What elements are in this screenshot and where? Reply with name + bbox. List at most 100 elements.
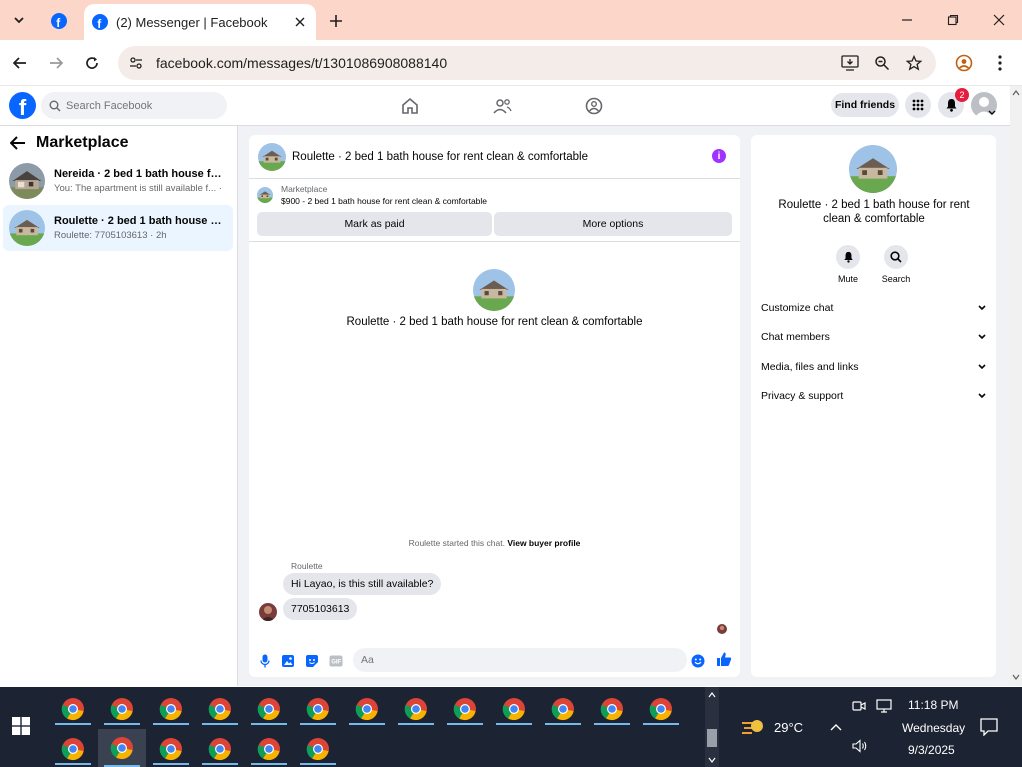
taskbar-chrome-window-active[interactable] <box>98 729 146 767</box>
taskbar-chrome-window[interactable] <box>396 693 436 725</box>
nav-friends[interactable] <box>490 94 514 118</box>
zoom-icon[interactable] <box>872 53 892 73</box>
view-buyer-profile-link[interactable]: View buyer profile <box>507 538 580 548</box>
nav-groups[interactable] <box>582 94 606 118</box>
taskbar-chrome-window[interactable] <box>494 693 534 725</box>
close-window-button[interactable] <box>976 0 1022 40</box>
back-button[interactable] <box>6 49 34 77</box>
info-icon[interactable]: i <box>712 149 726 163</box>
emoji-icon[interactable] <box>690 653 706 669</box>
taskbar-chrome-window[interactable] <box>200 733 240 765</box>
new-tab-button[interactable] <box>324 9 348 33</box>
message-input[interactable] <box>361 654 641 666</box>
taskbar-chrome-window[interactable] <box>151 733 191 765</box>
bookmark-star-icon[interactable] <box>904 53 924 73</box>
taskbar-chrome-window[interactable] <box>641 693 681 725</box>
taskbar-scrollbar[interactable] <box>705 687 719 767</box>
bell-icon <box>843 251 853 263</box>
message-input-box[interactable] <box>353 648 687 672</box>
section-media-files-links[interactable]: Media, files and links <box>761 357 986 377</box>
message-bubble[interactable]: 7705103613 <box>283 598 358 620</box>
volume-icon[interactable] <box>852 739 868 753</box>
taskbar-chrome-window[interactable] <box>298 733 338 765</box>
minimize-icon <box>902 19 912 21</box>
windows-start-icon[interactable] <box>12 717 30 735</box>
network-icon[interactable] <box>876 699 892 713</box>
taskbar-chrome-window[interactable] <box>200 693 240 725</box>
mute-button[interactable] <box>836 245 860 269</box>
conversation-item[interactable]: Nereida · 2 bed 1 bath house for re... Y… <box>3 158 233 204</box>
show-hidden-icons-chevron-icon[interactable] <box>830 723 842 731</box>
temperature[interactable]: 29°C <box>774 720 803 735</box>
thumbs-up-icon[interactable] <box>716 651 732 667</box>
weather-icon[interactable] <box>740 717 766 739</box>
sticker-icon[interactable] <box>304 653 320 669</box>
back-arrow-icon[interactable] <box>10 136 26 150</box>
info-thumbnail[interactable] <box>849 145 897 193</box>
microphone-icon[interactable] <box>257 653 273 669</box>
chat-title[interactable]: Roulette · 2 bed 1 bath house for rent c… <box>292 151 588 163</box>
maximize-button[interactable] <box>930 0 976 40</box>
tab-search-button[interactable] <box>8 9 30 31</box>
section-customize-chat[interactable]: Customize chat <box>761 298 986 318</box>
taskbar-chrome-window[interactable] <box>151 693 191 725</box>
minimize-button[interactable] <box>884 0 930 40</box>
clock-time[interactable]: 11:18 PM <box>908 698 958 712</box>
chrome-icon <box>453 697 477 721</box>
chat-thumbnail[interactable] <box>258 143 286 171</box>
listing-text[interactable]: $900 - 2 bed 1 bath house for rent clean… <box>281 196 487 206</box>
page-scrollbar[interactable] <box>1010 86 1022 686</box>
chrome-icon <box>159 737 183 761</box>
profile-button[interactable] <box>950 49 978 77</box>
taskbar-chrome-window[interactable] <box>249 693 289 725</box>
url-text[interactable]: facebook.com/messages/t/1301086908088140 <box>156 55 447 71</box>
browser-tab-facebook[interactable]: f <box>40 6 78 36</box>
taskbar-chrome-window[interactable] <box>347 693 387 725</box>
facebook-search[interactable] <box>41 92 227 119</box>
taskbar-chrome-window[interactable] <box>543 693 583 725</box>
seen-indicator <box>717 624 727 634</box>
taskbar-chrome-window[interactable] <box>592 693 632 725</box>
reload-button[interactable] <box>78 49 106 77</box>
search-action[interactable]: Search <box>876 245 916 284</box>
mute-action[interactable]: Mute <box>828 245 868 284</box>
taskbar-scroll-thumb[interactable] <box>707 729 717 747</box>
clock-day[interactable]: Wednesday <box>902 721 965 735</box>
taskbar-chrome-window[interactable] <box>249 733 289 765</box>
taskbar-chrome-window[interactable] <box>102 693 142 725</box>
address-bar[interactable]: facebook.com/messages/t/1301086908088140 <box>118 46 936 80</box>
forward-button[interactable] <box>42 49 70 77</box>
browser-menu-button[interactable] <box>986 49 1014 77</box>
conversation-item[interactable]: Roulette · 2 bed 1 bath house for r... R… <box>3 205 233 251</box>
site-info-icon[interactable] <box>128 55 144 71</box>
taskbar-chrome-window[interactable] <box>53 733 93 765</box>
facebook-header: f Find friends 2 <box>0 86 1010 126</box>
search-button[interactable] <box>884 245 908 269</box>
facebook-logo[interactable]: f <box>9 92 36 120</box>
meet-now-icon[interactable] <box>852 699 866 713</box>
nav-home[interactable] <box>398 94 422 118</box>
clock-date[interactable]: 9/3/2025 <box>908 743 955 757</box>
sender-avatar[interactable] <box>259 603 277 621</box>
scroll-down-icon <box>1012 674 1020 680</box>
mark-as-paid-button[interactable]: Mark as paid <box>257 212 492 236</box>
taskbar-chrome-window[interactable] <box>445 693 485 725</box>
taskbar-chrome-window[interactable] <box>53 693 93 725</box>
section-privacy-support[interactable]: Privacy & support <box>761 386 986 406</box>
more-options-button[interactable]: More options <box>494 212 732 236</box>
taskbar-chrome-window[interactable] <box>298 693 338 725</box>
notification-center-icon[interactable] <box>980 718 998 736</box>
info-title: Roulette · 2 bed 1 bath house for rent c… <box>778 199 970 225</box>
section-chat-members[interactable]: Chat members <box>761 327 986 347</box>
photo-icon[interactable] <box>280 653 296 669</box>
listing-thumbnail[interactable] <box>257 187 273 203</box>
facebook-search-input[interactable] <box>66 99 216 112</box>
plus-icon <box>330 15 342 27</box>
gif-icon[interactable]: GIF <box>328 653 344 669</box>
find-friends-button[interactable]: Find friends <box>831 93 899 117</box>
menu-button[interactable] <box>905 92 931 118</box>
browser-tab-messenger[interactable]: f (2) Messenger | Facebook <box>84 4 316 40</box>
tab-close-button[interactable] <box>292 14 308 30</box>
install-app-icon[interactable] <box>840 53 860 73</box>
message-bubble[interactable]: Hi Layao, is this still available? <box>283 573 442 595</box>
